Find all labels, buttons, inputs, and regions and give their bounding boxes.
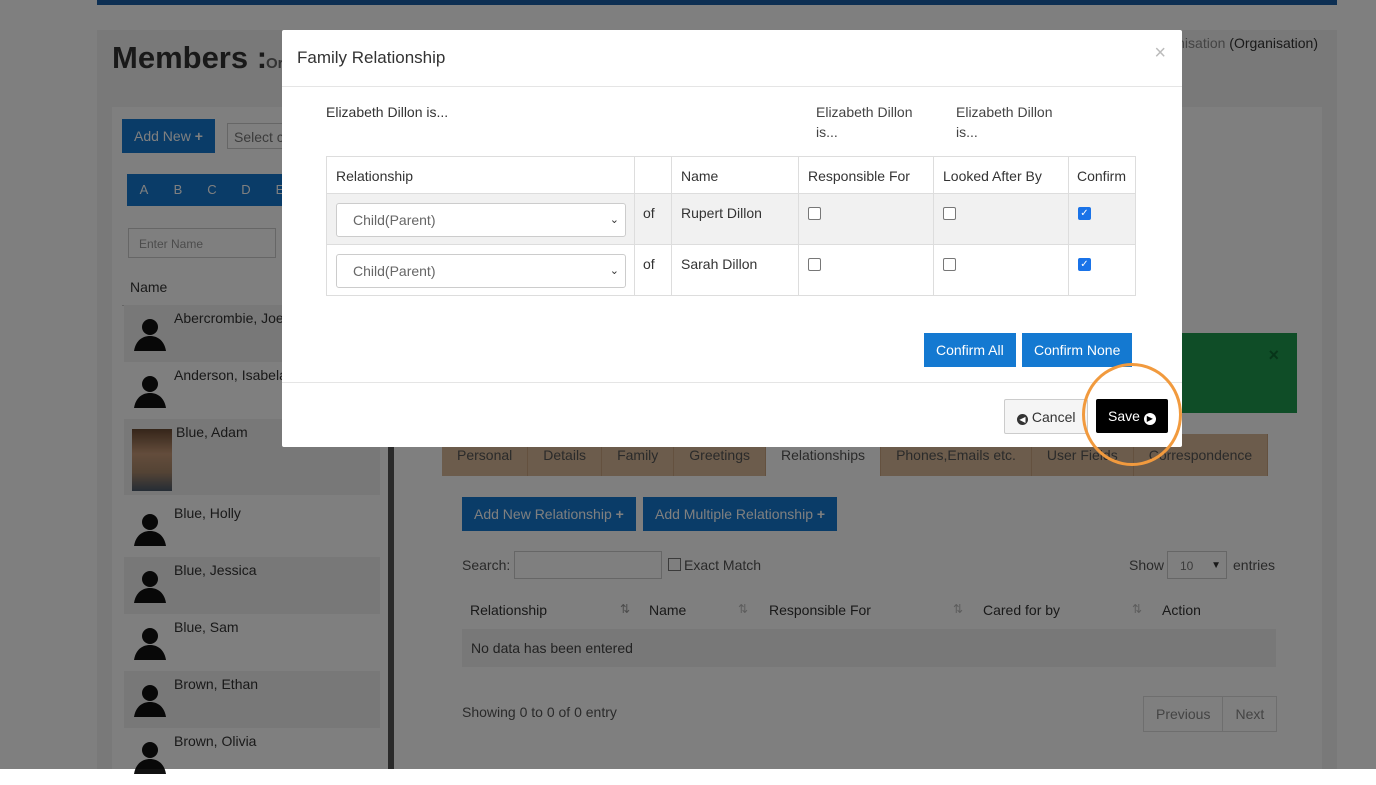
relationship-row: Child(Parent) ⌄ of Sarah Dillon ✓ (326, 245, 1136, 296)
responsible-is-line2: is... (816, 124, 838, 140)
confirm-checkbox[interactable]: ✓ (1078, 207, 1091, 220)
confirm-none-button[interactable]: Confirm None (1022, 333, 1133, 367)
chevron-down-icon: ⌄ (609, 214, 619, 226)
responsible-is-label: Elizabeth Dillon is... (816, 102, 913, 142)
looked-after-by-checkbox[interactable] (943, 258, 956, 271)
confirm-checkbox[interactable]: ✓ (1078, 258, 1091, 271)
of-label: of (634, 245, 671, 295)
header-looked-after-by: Looked After By (933, 157, 1068, 193)
relationship-cell: Child(Parent) ⌄ (326, 245, 634, 295)
responsible-for-cell (798, 194, 933, 244)
subject-is-label: Elizabeth Dillon is... (326, 104, 449, 120)
modal-header-divider (282, 86, 1182, 87)
header-relationship: Relationship (326, 157, 634, 193)
header-confirm: Confirm (1068, 157, 1135, 193)
responsible-for-checkbox[interactable] (808, 207, 821, 220)
looked-after-is-line1: Elizabeth Dillon (956, 104, 1053, 120)
related-person-name: Rupert Dillon (671, 194, 798, 244)
relationship-cell: Child(Parent) ⌄ (326, 194, 634, 244)
responsible-is-line1: Elizabeth Dillon (816, 104, 913, 120)
modal-title: Family Relationship (297, 48, 446, 67)
header-responsible-for: Responsible For (798, 157, 933, 193)
looked-after-is-line2: is... (956, 124, 978, 140)
modal-footer-divider (282, 382, 1182, 383)
looked-after-by-cell (933, 245, 1068, 295)
cancel-label: Cancel (1031, 409, 1076, 425)
looked-after-is-label: Elizabeth Dillon is... (956, 102, 1053, 142)
relationship-select[interactable]: Child(Parent) ⌄ (336, 254, 626, 288)
arrow-left-circle-icon: ◀ (1017, 414, 1028, 425)
related-person-name: Sarah Dillon (671, 245, 798, 295)
confirm-all-button[interactable]: Confirm All (924, 333, 1016, 367)
relationship-row: Child(Parent) ⌄ of Rupert Dillon ✓ (326, 194, 1136, 245)
looked-after-by-cell (933, 194, 1068, 244)
chevron-down-icon: ⌄ (609, 265, 619, 277)
cancel-button[interactable]: ◀ Cancel (1004, 399, 1089, 434)
confirm-cell: ✓ (1068, 194, 1135, 244)
save-button-highlight-circle (1082, 363, 1182, 466)
responsible-for-cell (798, 245, 933, 295)
relationship-table-header: Relationship Name Responsible For Looked… (326, 156, 1136, 194)
looked-after-by-checkbox[interactable] (943, 207, 956, 220)
header-name: Name (671, 157, 798, 193)
close-icon[interactable]: × (1154, 42, 1166, 65)
responsible-for-checkbox[interactable] (808, 258, 821, 271)
relationship-select-value: Child(Parent) (353, 263, 436, 279)
relationship-select-value: Child(Parent) (353, 212, 436, 228)
header-of (634, 157, 671, 193)
confirm-cell: ✓ (1068, 245, 1135, 295)
of-label: of (634, 194, 671, 244)
relationship-select[interactable]: Child(Parent) ⌄ (336, 203, 626, 237)
family-relationship-modal: Family Relationship × Elizabeth Dillon i… (282, 30, 1182, 447)
